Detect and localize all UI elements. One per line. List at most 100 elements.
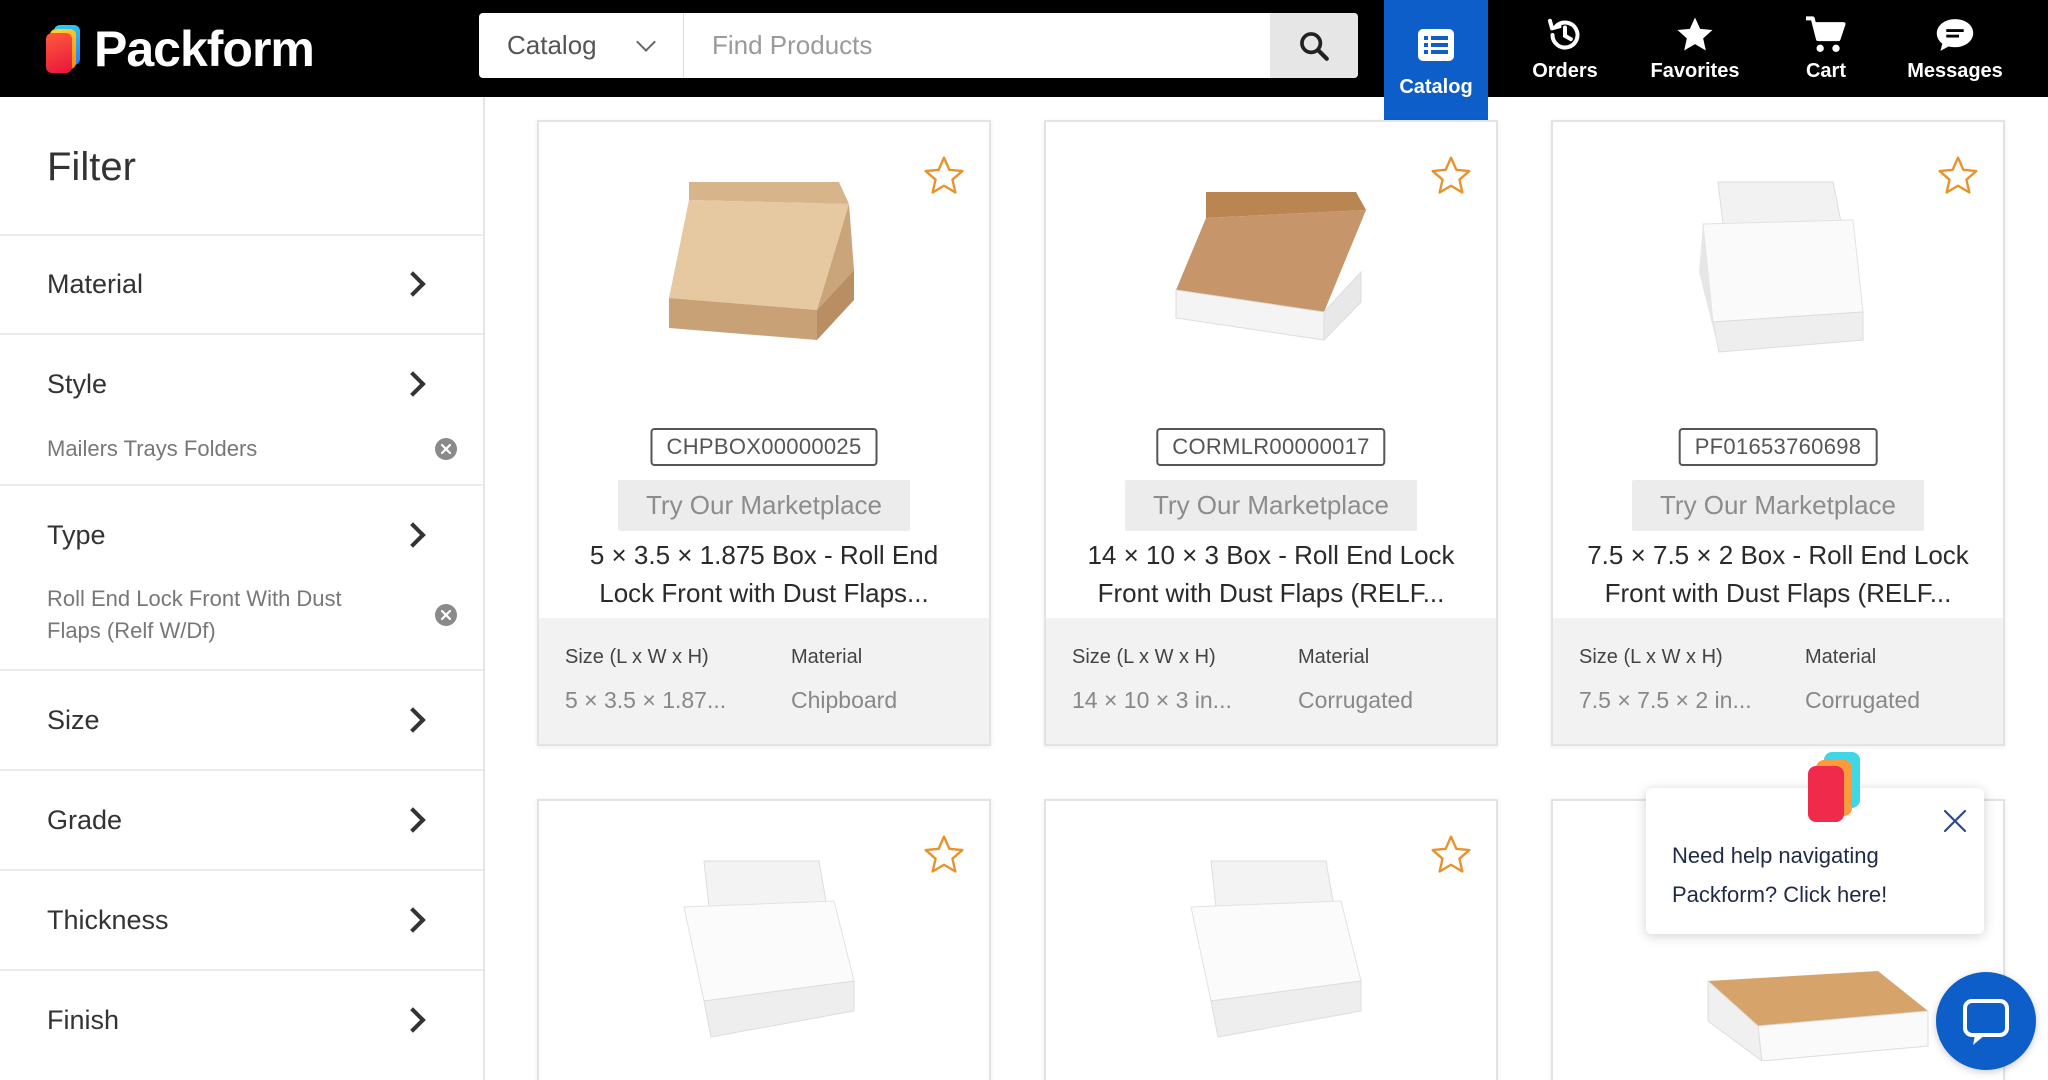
product-specs: Size (L x W x H) 7.5 × 7.5 × 2 in... Mat… [1553, 618, 2003, 744]
nav-messages[interactable]: Messages [1900, 0, 2010, 97]
star-icon [1674, 14, 1716, 56]
chevron-right-icon [400, 371, 426, 397]
spec-size-label: Size (L x W x H) [1072, 646, 1216, 668]
nav-favorites[interactable]: Favorites [1645, 0, 1745, 97]
marketplace-button[interactable]: Try Our Marketplace [618, 480, 910, 531]
packform-logo-icon [46, 25, 84, 73]
filter-size[interactable]: Size [0, 671, 483, 769]
close-icon[interactable] [1942, 808, 1968, 834]
chevron-right-icon [400, 807, 426, 833]
favorite-star-icon[interactable] [1935, 154, 1981, 203]
applied-filter-type-text: Roll End Lock Front With Dust Flaps (Rel… [47, 586, 342, 643]
favorite-star-icon[interactable] [1428, 154, 1474, 203]
product-title[interactable]: 7.5 × 7.5 × 2 Box - Roll End Lock Front … [1573, 536, 1983, 612]
chevron-right-icon [400, 271, 426, 297]
filter-style-label: Style [47, 368, 108, 399]
chat-bubble-icon [1963, 999, 2009, 1045]
product-card[interactable]: CHPBOX00000025 Try Our Marketplace 5 × 3… [537, 120, 991, 746]
spec-size-value: 14 × 10 × 3 in... [1072, 687, 1232, 713]
product-specs: Size (L x W x H) 5 × 3.5 × 1.87... Mater… [539, 618, 989, 744]
filter-grade[interactable]: Grade [0, 771, 483, 869]
spec-material-value: Corrugated [1805, 687, 1921, 713]
nav-cart[interactable]: Cart [1790, 0, 1862, 97]
top-header: Packform Catalog Catalog [0, 0, 2048, 124]
favorite-star-icon[interactable] [921, 154, 967, 203]
marketplace-button[interactable]: Try Our Marketplace [1632, 480, 1924, 531]
search-category-label: Catalog [507, 30, 597, 60]
chevron-down-icon [636, 31, 656, 52]
filter-title: Filter [47, 145, 136, 189]
chevron-right-icon [400, 522, 426, 548]
spec-size-label: Size (L x W x H) [1579, 646, 1723, 668]
applied-filter-type: Roll End Lock Front With Dust Flaps (Rel… [47, 583, 457, 647]
nav-messages-label: Messages [1907, 60, 2003, 82]
spec-material: Material Corrugated [1805, 646, 1920, 714]
spec-size-value: 7.5 × 7.5 × 2 in... [1579, 687, 1752, 713]
search-input[interactable] [684, 13, 1270, 78]
product-card[interactable]: CORMLR00000017 Try Our Marketplace 14 × … [1044, 120, 1498, 746]
spec-size-label: Size (L x W x H) [565, 646, 709, 668]
product-sku-badge: PF01653760698 [1678, 428, 1878, 466]
spec-size: Size (L x W x H) 14 × 10 × 3 in... [1072, 646, 1232, 714]
search-button[interactable] [1270, 13, 1358, 78]
product-title[interactable]: 5 × 3.5 × 1.875 Box - Roll End Lock Fron… [559, 536, 969, 612]
chat-bubble-icon [1934, 14, 1976, 56]
remove-circle-icon[interactable] [435, 604, 457, 626]
filter-sidebar: Filter Material Style Mailers Trays Fold… [0, 97, 485, 1080]
search-bar: Catalog [479, 13, 1358, 78]
nav-cart-label: Cart [1805, 60, 1846, 82]
product-title[interactable]: 14 × 10 × 3 Box - Roll End Lock Front wi… [1066, 536, 1476, 612]
chevron-right-icon [400, 707, 426, 733]
spec-material-label: Material [1805, 646, 1877, 668]
brand-name: Packform [94, 21, 315, 77]
applied-filter-style-text: Mailers Trays Folders [47, 436, 258, 461]
history-icon [1545, 14, 1585, 56]
spec-material-label: Material [1298, 646, 1370, 668]
nav-catalog-label: Catalog [1399, 76, 1473, 98]
product-sku-badge: CORMLR00000017 [1156, 428, 1386, 466]
chevron-right-icon [400, 907, 426, 933]
favorite-star-icon[interactable] [921, 833, 967, 882]
spec-material-value: Corrugated [1298, 687, 1414, 713]
brand-logo[interactable]: Packform [46, 21, 315, 77]
product-card[interactable]: PF01653760698 Try Our Marketplace 7.5 × … [1551, 120, 2005, 746]
filter-finish-label: Finish [47, 1004, 120, 1035]
filter-grade-label: Grade [47, 804, 123, 835]
spec-material: Material Chipboard [791, 646, 897, 714]
filter-type-label: Type [47, 519, 106, 550]
spec-material-label: Material [791, 646, 863, 668]
applied-filter-style: Mailers Trays Folders [47, 433, 457, 465]
remove-circle-icon[interactable] [435, 438, 457, 460]
marketplace-button[interactable]: Try Our Marketplace [1125, 480, 1417, 531]
filter-size-label: Size [47, 704, 100, 735]
catalog-list-icon [1417, 24, 1455, 66]
spec-size-value: 5 × 3.5 × 1.87... [565, 687, 727, 713]
chevron-right-icon [400, 1007, 426, 1033]
product-card[interactable] [537, 799, 991, 1080]
product-card[interactable] [1044, 799, 1498, 1080]
cart-icon [1804, 14, 1848, 56]
filter-finish[interactable]: Finish [0, 971, 483, 1069]
search-icon [1300, 31, 1329, 61]
spec-size: Size (L x W x H) 7.5 × 7.5 × 2 in... [1579, 646, 1752, 714]
spec-size: Size (L x W x H) 5 × 3.5 × 1.87... [565, 646, 726, 714]
filter-type[interactable]: Type [0, 486, 483, 584]
product-specs: Size (L x W x H) 14 × 10 × 3 in... Mater… [1046, 618, 1496, 744]
product-sku-badge: CHPBOX00000025 [650, 428, 878, 466]
filter-material-label: Material [47, 268, 144, 299]
help-popup-text[interactable]: Need help navigating Packform? Click her… [1672, 836, 1972, 914]
nav-orders[interactable]: Orders [1520, 0, 1610, 97]
favorite-star-icon[interactable] [1428, 833, 1474, 882]
nav-favorites-label: Favorites [1650, 60, 1740, 82]
filter-thickness-label: Thickness [47, 904, 169, 935]
nav-catalog[interactable]: Catalog [1384, 0, 1488, 124]
filter-style[interactable]: Style [0, 335, 483, 433]
spec-material: Material Corrugated [1298, 646, 1413, 714]
chat-launcher-button[interactable] [1936, 972, 2036, 1070]
search-category-select[interactable]: Catalog [479, 13, 684, 78]
filter-material[interactable]: Material [0, 235, 483, 333]
filter-thickness[interactable]: Thickness [0, 871, 483, 969]
packform-assistant-logo-icon [1806, 752, 1864, 824]
nav-orders-label: Orders [1532, 60, 1598, 82]
spec-material-value: Chipboard [791, 687, 898, 713]
